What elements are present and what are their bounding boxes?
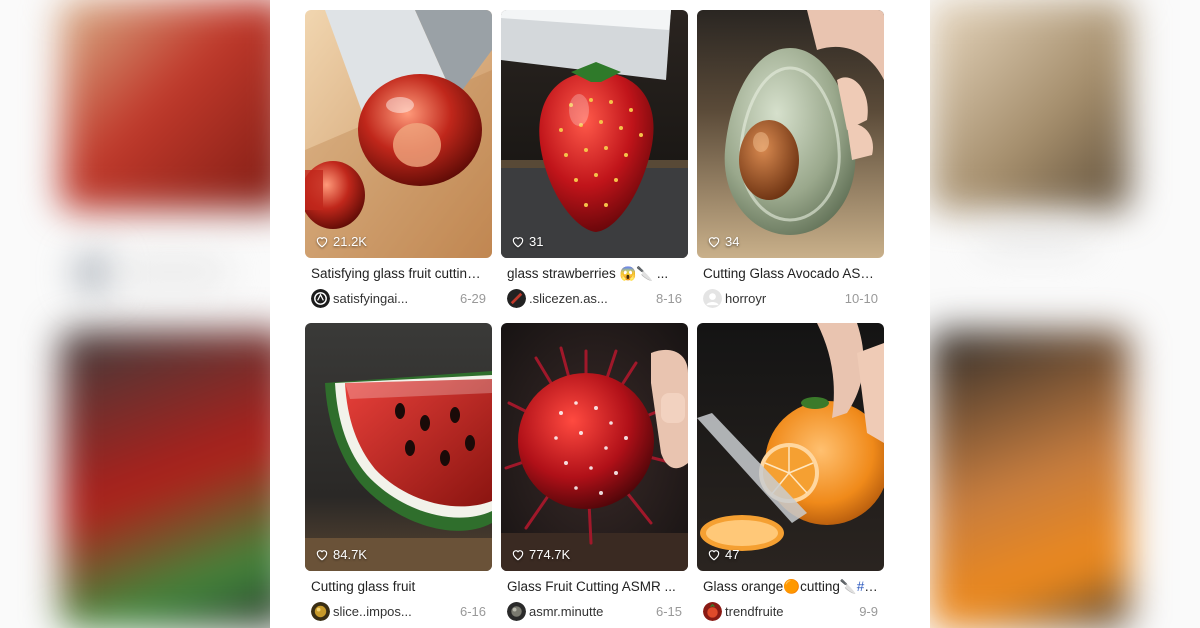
- video-thumbnail[interactable]: 21.2K: [305, 10, 492, 258]
- likes-count: 21.2K: [315, 234, 367, 249]
- hashtag-link[interactable]: #ai: [857, 579, 878, 594]
- glass-strawberry-image: [501, 10, 688, 258]
- blurred-thumbnail: [930, 330, 1130, 628]
- likes-value: 31: [529, 234, 544, 249]
- slice-impos-avatar[interactable]: [311, 601, 330, 621]
- author-name[interactable]: asmr.minutte: [529, 604, 603, 619]
- author-name[interactable]: slice..impos...: [333, 604, 412, 619]
- video-title[interactable]: Glass Fruit Cutting ASMR ...: [507, 579, 682, 595]
- likes-value: 47: [725, 547, 740, 562]
- heart-outline-icon: [708, 237, 720, 248]
- glass-orange-image: [697, 323, 884, 571]
- author-name[interactable]: horroyr: [725, 291, 766, 306]
- post-date: 8-16: [655, 290, 682, 306]
- heart-outline-icon: [316, 550, 328, 561]
- video-card[interactable]: 21.2K Satisfying glass fruit cutting ...…: [305, 10, 492, 315]
- video-title[interactable]: Cutting glass fruit: [311, 579, 486, 595]
- blurred-thumbnail: [60, 0, 290, 210]
- likes-value: 21.2K: [333, 234, 367, 249]
- video-card[interactable]: 31 glass strawberries 😱🔪 ... .slicezen.a…: [501, 10, 688, 315]
- video-card[interactable]: 47 Glass orange🟠cutting🔪#ai ... trendfru…: [697, 323, 884, 628]
- likes-value: 34: [725, 234, 740, 249]
- video-title[interactable]: Glass orange🟠cutting🔪#ai ...: [703, 579, 878, 595]
- video-thumbnail[interactable]: 47: [697, 323, 884, 571]
- video-meta: .slicezen.as... 8-16: [507, 288, 682, 308]
- video-thumbnail[interactable]: 774.7K: [501, 323, 688, 571]
- post-date: 9-9: [859, 603, 878, 619]
- author-name[interactable]: .slicezen.as...: [529, 291, 608, 306]
- video-title[interactable]: Cutting Glass Avocado ASM...: [703, 266, 878, 282]
- heart-outline-icon: [512, 550, 524, 561]
- video-meta: satisfyingai... 6-29: [311, 288, 486, 308]
- heart-outline-icon: [512, 237, 524, 248]
- likes-value: 774.7K: [529, 547, 571, 562]
- glass-avocado-image: [697, 10, 884, 258]
- video-meta: horroyr 10-10: [703, 288, 878, 308]
- video-card[interactable]: 774.7K Glass Fruit Cutting ASMR ... asmr…: [501, 323, 688, 628]
- likes-value: 84.7K: [333, 547, 367, 562]
- post-date: 10-10: [844, 290, 878, 306]
- blurred-thumbnail: [60, 330, 290, 628]
- video-feed-panel: 21.2K Satisfying glass fruit cutting ...…: [270, 0, 930, 628]
- video-title[interactable]: Satisfying glass fruit cutting ...: [311, 266, 486, 282]
- video-card[interactable]: 34 Cutting Glass Avocado ASM... horroyr …: [697, 10, 884, 315]
- default-user-avatar[interactable]: [703, 288, 722, 308]
- blurred-avatar: [75, 255, 111, 291]
- video-card[interactable]: 84.7K Cutting glass fruit slice..impos..…: [305, 323, 492, 628]
- title-text: Glass orange🟠cutting🔪: [703, 579, 857, 594]
- video-thumbnail[interactable]: 84.7K: [305, 323, 492, 571]
- likes-count: 774.7K: [511, 547, 570, 562]
- heart-outline-icon: [316, 237, 328, 248]
- video-thumbnail[interactable]: 31: [501, 10, 688, 258]
- slicezen-avatar[interactable]: [507, 288, 526, 308]
- glass-watermelon-image: [305, 323, 492, 571]
- video-title[interactable]: glass strawberries 😱🔪 ...: [507, 266, 682, 282]
- post-date: 6-15: [655, 603, 682, 619]
- video-thumbnail[interactable]: 34: [697, 10, 884, 258]
- video-meta: slice..impos... 6-16: [311, 601, 486, 621]
- blurred-text: [118, 262, 228, 282]
- likes-count: 47: [707, 547, 739, 562]
- author-name[interactable]: trendfruite: [725, 604, 784, 619]
- asmr-minutte-avatar[interactable]: [507, 601, 526, 621]
- video-meta: trendfruite 9-9: [703, 601, 878, 621]
- ai-logo-avatar[interactable]: [311, 288, 330, 308]
- video-meta: asmr.minutte 6-15: [507, 601, 682, 621]
- likes-count: 31: [511, 234, 543, 249]
- heart-outline-icon: [708, 550, 720, 561]
- blurred-text: [980, 230, 1090, 248]
- blurred-thumbnail: [930, 0, 1130, 210]
- likes-count: 34: [707, 234, 739, 249]
- author-name[interactable]: satisfyingai...: [333, 291, 408, 306]
- post-date: 6-16: [459, 603, 486, 619]
- likes-count: 84.7K: [315, 547, 367, 562]
- glass-rambutan-image: [501, 323, 688, 571]
- video-grid: 21.2K Satisfying glass fruit cutting ...…: [305, 10, 884, 628]
- post-date: 6-29: [459, 290, 486, 306]
- glass-cherry-cut-image: [305, 10, 492, 258]
- trendfruite-avatar[interactable]: [703, 601, 722, 621]
